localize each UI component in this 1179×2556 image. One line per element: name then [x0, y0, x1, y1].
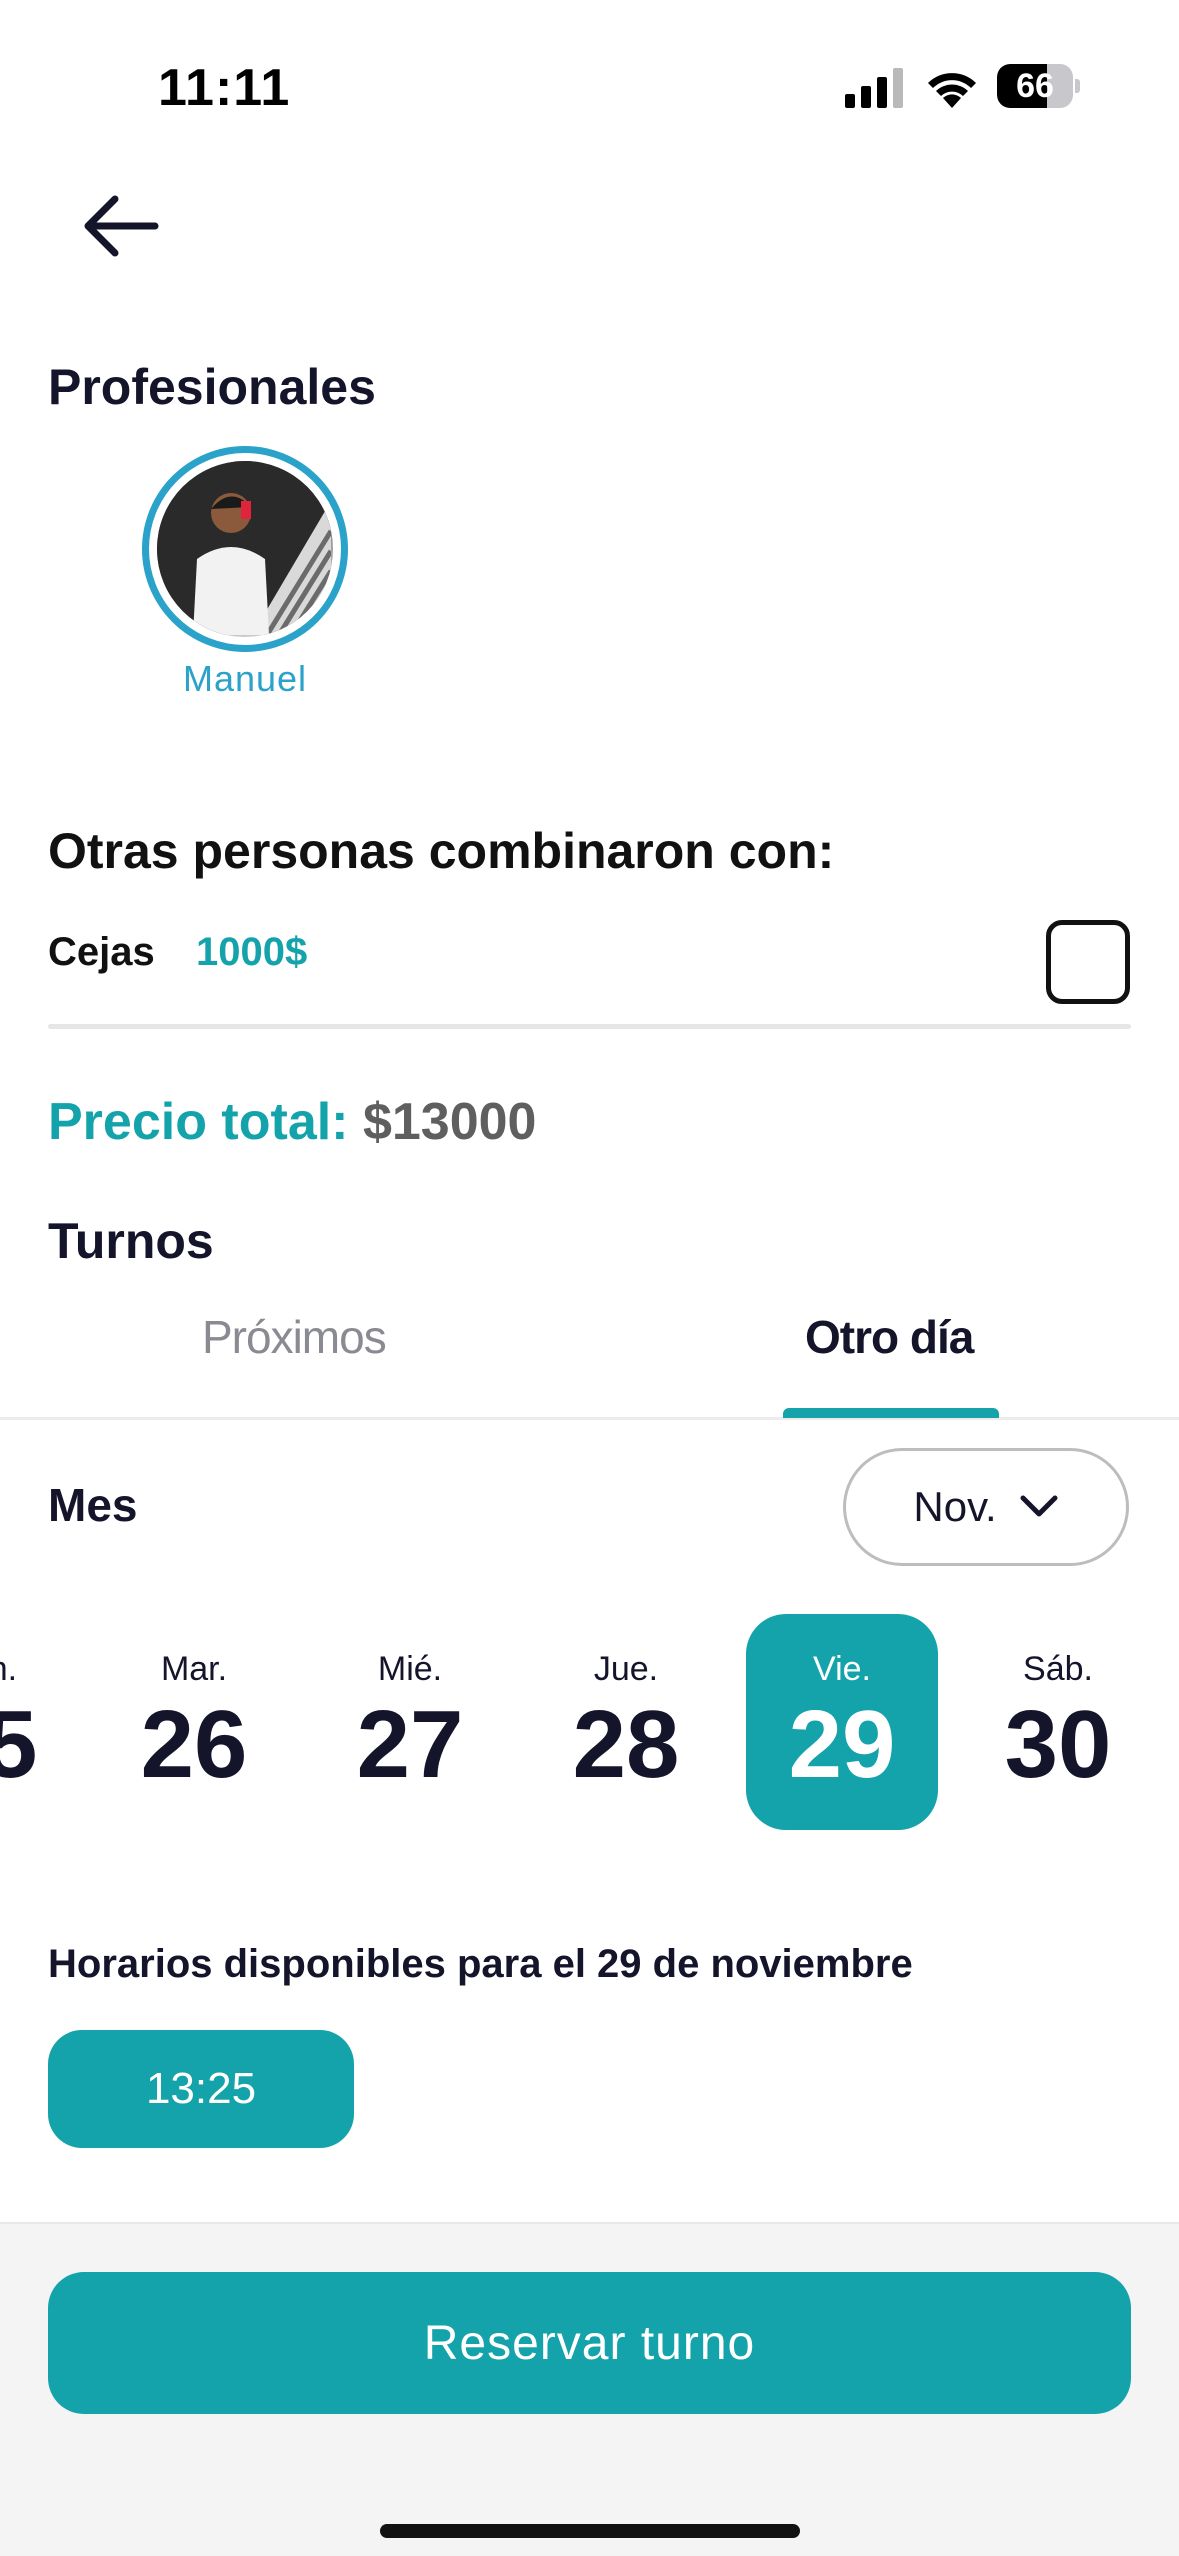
month-label: Mes [48, 1479, 138, 1531]
avatar-photo [157, 461, 333, 637]
month-select[interactable]: Nov. [843, 1448, 1129, 1566]
professionals-title: Profesionales [48, 359, 376, 415]
combo-item-price: 1000$ [196, 930, 308, 974]
wifi-icon [928, 73, 976, 108]
time-slot-button[interactable]: 13:25 [48, 2030, 354, 2148]
total-price: Precio total: $13000 [48, 1092, 536, 1152]
tab-proximos[interactable]: Próximos [202, 1310, 387, 1364]
day-item[interactable]: Lun. 25 [0, 1614, 80, 1830]
divider [48, 1024, 1131, 1029]
combo-item-name: Cejas [48, 930, 155, 974]
month-value: Nov. [913, 1483, 997, 1530]
day-name: Mar. [160, 1650, 228, 1688]
day-item[interactable]: Mié. 27 [314, 1614, 506, 1830]
avatar [157, 461, 333, 637]
day-item-selected[interactable]: Vie. 29 [746, 1614, 938, 1830]
status-time: 11:11 [158, 59, 291, 117]
professional-name: Manuel [182, 658, 308, 699]
combo-item: Cejas 1000$ [48, 920, 1131, 1004]
combo-checkbox[interactable] [1046, 920, 1130, 1004]
professional-card[interactable]: Manuel [142, 446, 348, 700]
day-item[interactable]: Mar. 26 [98, 1614, 290, 1830]
tab-indicator [783, 1408, 999, 1418]
combo-title: Otras personas combinaron con: [48, 823, 835, 879]
reserve-button[interactable]: Reservar turno [48, 2272, 1131, 2414]
arrow-left-icon [84, 195, 159, 257]
day-number: 28 [572, 1691, 680, 1798]
day-number: 30 [1004, 1691, 1112, 1798]
day-number: 27 [356, 1691, 464, 1798]
back-button[interactable] [78, 188, 164, 264]
day-name: Lun. [0, 1650, 18, 1688]
turnos-title: Turnos [48, 1213, 214, 1269]
day-item[interactable]: Jue. 28 [530, 1614, 722, 1830]
day-number: 25 [0, 1691, 38, 1798]
status-bar: 11:11 66 [0, 0, 1179, 170]
battery-level: 66 [1016, 67, 1054, 105]
footer: Reservar turno [0, 2222, 1179, 2556]
battery-icon: 66 [997, 64, 1080, 108]
day-item[interactable]: Sáb. 30 [962, 1614, 1154, 1830]
day-name: Mié. [377, 1650, 443, 1688]
day-number: 26 [140, 1691, 248, 1798]
day-name: Jue. [593, 1650, 659, 1688]
total-label: Precio total: [48, 1093, 349, 1151]
cellular-signal-icon [845, 68, 903, 108]
total-value: $13000 [362, 1093, 537, 1151]
avatar-ring [142, 446, 348, 652]
day-name: Vie. [813, 1650, 871, 1688]
day-name: Sáb. [1023, 1650, 1093, 1688]
day-picker: Lun. 25 Mar. 26 Mié. 27 Jue. 28 Vie. 29 … [0, 1614, 1179, 1834]
turnos-tabs: Próximos Otro día [0, 1300, 1179, 1420]
home-indicator [380, 2524, 800, 2538]
chevron-down-icon [1020, 1495, 1058, 1517]
schedule-title: Horarios disponibles para el 29 de novie… [48, 1942, 913, 1986]
day-number: 29 [788, 1691, 896, 1798]
tab-otro-dia[interactable]: Otro día [805, 1310, 974, 1364]
